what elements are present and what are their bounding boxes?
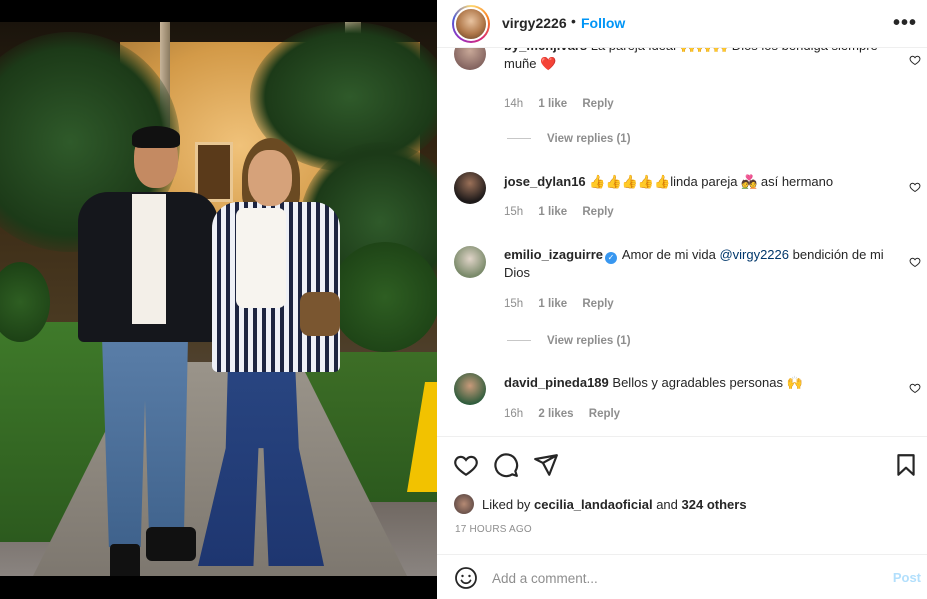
- comment-meta: 14h 1 like Reply: [504, 98, 626, 110]
- post-photo[interactable]: [0, 0, 437, 599]
- liked-by-prefix: Liked by: [482, 497, 531, 512]
- post-side-panel: virgy2226 • Follow ••• by_menjivars La p…: [437, 0, 927, 599]
- comment-time: 15h: [504, 298, 524, 310]
- comment-like-heart-icon[interactable]: [909, 256, 921, 268]
- raised-hands-emoji: 🙌: [786, 375, 803, 390]
- follow-button[interactable]: Follow: [581, 15, 625, 31]
- comment-likes[interactable]: 1 like: [538, 206, 567, 218]
- reply-button[interactable]: Reply: [582, 298, 613, 310]
- commenter-avatar[interactable]: [454, 172, 486, 204]
- man-hair: [132, 126, 180, 148]
- view-replies-button[interactable]: View replies (1): [507, 133, 631, 145]
- view-replies-button[interactable]: View replies (1): [507, 335, 631, 347]
- commenter-username[interactable]: david_pineda189: [504, 375, 609, 390]
- comment-likes[interactable]: 1 like: [538, 298, 567, 310]
- handbag: [300, 292, 340, 336]
- comments-list[interactable]: by_menjivars La pareja ideal 🙌🙌🙌 Dios lo…: [437, 48, 927, 436]
- others-link[interactable]: 324 others: [682, 497, 747, 512]
- post-timestamp: 17 HOURS AGO: [455, 524, 532, 535]
- man-shoe: [146, 527, 196, 561]
- comment-meta: 16h 2 likes Reply: [504, 408, 632, 420]
- couple-emoji: 💑: [741, 174, 758, 189]
- author-username[interactable]: virgy2226: [502, 15, 567, 31]
- user-mention-link[interactable]: @virgy2226: [719, 247, 789, 262]
- photo-scene: [0, 22, 437, 576]
- post-comment-button[interactable]: Post: [893, 570, 921, 585]
- comment-body: david_pineda189 Bellos y agradables pers…: [504, 374, 894, 392]
- building-window: [195, 142, 233, 202]
- comment-body: by_menjivars La pareja ideal 🙌🙌🙌 Dios lo…: [504, 48, 894, 73]
- commenter-username[interactable]: emilio_izaguirre: [504, 247, 603, 262]
- post-actions: Liked by cecilia_landaoficial and 324 ot…: [437, 436, 927, 554]
- comment-text-continued: así hermano: [757, 174, 834, 189]
- comment-meta: 15h 1 like Reply: [504, 206, 626, 218]
- like-heart-icon[interactable]: [453, 452, 479, 478]
- likes-and: and: [656, 497, 678, 512]
- author-avatar[interactable]: [452, 5, 490, 43]
- man-shirt: [132, 194, 166, 324]
- liker-avatar[interactable]: [454, 494, 474, 514]
- comment-like-heart-icon[interactable]: [909, 382, 921, 394]
- woman-head: [248, 150, 292, 206]
- comment-text: linda pareja: [670, 174, 738, 189]
- comment-time: 15h: [504, 206, 524, 218]
- likes-summary: Liked by cecilia_landaoficial and 324 ot…: [482, 497, 747, 512]
- add-comment-bar: Post: [437, 554, 927, 599]
- commenter-avatar[interactable]: [454, 48, 486, 70]
- bush: [330, 242, 437, 352]
- reply-button[interactable]: Reply: [589, 408, 620, 420]
- commenter-avatar[interactable]: [454, 246, 486, 278]
- comment-text: Bellos y agradables personas: [612, 375, 783, 390]
- post-header: virgy2226 • Follow •••: [437, 0, 927, 48]
- comment-text: Amor de mi vida: [621, 247, 716, 262]
- author-avatar-image: [454, 7, 488, 41]
- comment-like-heart-icon[interactable]: [909, 54, 921, 66]
- comment-body: jose_dylan16 👍👍👍👍👍linda pareja 💑 así her…: [504, 173, 894, 191]
- header-separator: •: [571, 13, 576, 29]
- woman-top: [236, 208, 286, 308]
- commenter-username[interactable]: jose_dylan16: [504, 174, 586, 189]
- comment-like-heart-icon[interactable]: [909, 181, 921, 193]
- verified-badge-icon: ✓: [604, 252, 617, 264]
- comment-likes[interactable]: 2 likes: [538, 408, 573, 420]
- share-paper-plane-icon[interactable]: [533, 452, 559, 478]
- commenter-avatar[interactable]: [454, 373, 486, 405]
- comment-bubble-icon[interactable]: [493, 452, 519, 478]
- comment-time: 16h: [504, 408, 524, 420]
- comment-input[interactable]: [492, 567, 872, 589]
- reply-button[interactable]: Reply: [582, 206, 613, 218]
- red-heart-emoji: ❤️: [540, 56, 557, 71]
- more-options-icon[interactable]: •••: [893, 12, 917, 35]
- comment-body: emilio_izaguirre ✓ Amor de mi vida @virgy…: [504, 246, 894, 282]
- comment-time: 14h: [504, 98, 524, 110]
- emoji-smiley-icon[interactable]: [454, 566, 478, 590]
- man-shoe: [110, 544, 140, 576]
- reply-button[interactable]: Reply: [582, 98, 613, 110]
- thumbs-up-emoji: 👍👍👍👍👍: [589, 174, 671, 189]
- commenter-username[interactable]: by_menjivars: [504, 48, 587, 53]
- comment-meta: 15h 1 like Reply: [504, 298, 626, 310]
- liker-username[interactable]: cecilia_landaoficial: [534, 497, 653, 512]
- comment-likes[interactable]: 1 like: [538, 98, 567, 110]
- save-bookmark-icon[interactable]: [893, 452, 919, 478]
